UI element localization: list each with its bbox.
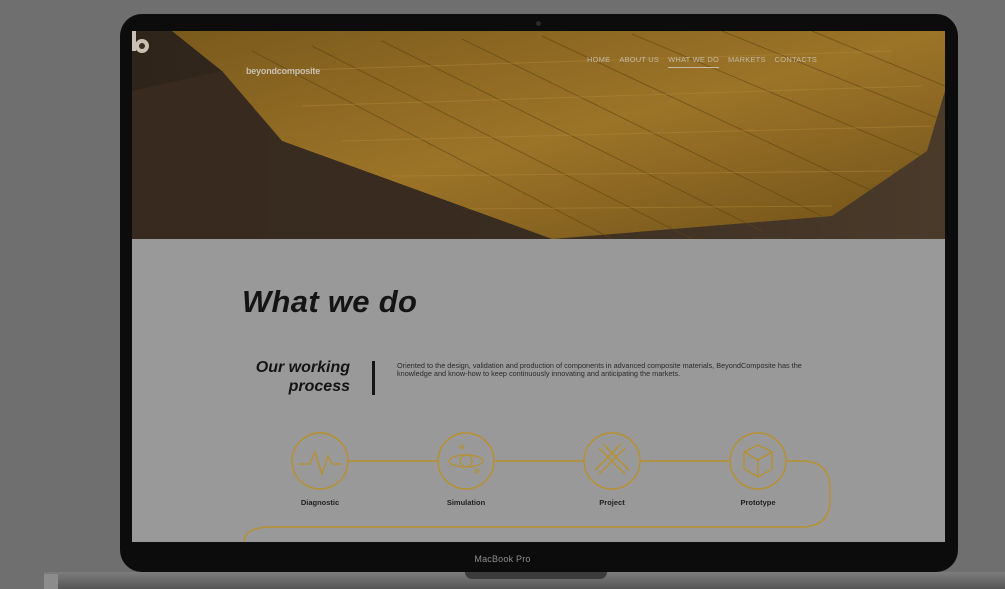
laptop-notch bbox=[465, 572, 607, 579]
heartbeat-icon bbox=[298, 450, 342, 477]
cube-icon bbox=[743, 444, 773, 478]
orbit-icon bbox=[448, 444, 484, 474]
step-project: Project bbox=[599, 498, 625, 507]
camera-dot bbox=[536, 21, 541, 26]
step-diagnostic: Diagnostic bbox=[300, 498, 340, 507]
laptop-base-edge bbox=[44, 574, 58, 589]
website-screen: beyondcomposite HOME ABOUT US WHAT WE DO… bbox=[132, 31, 945, 542]
device-model-label: MacBook Pro bbox=[474, 554, 531, 564]
simulation-circle bbox=[437, 432, 495, 490]
step-prototype: Prototype bbox=[740, 498, 776, 507]
process-timeline bbox=[243, 432, 831, 542]
ruler-pencil-icon bbox=[594, 443, 630, 475]
step-simulation: Simulation bbox=[446, 498, 486, 507]
diagnostic-circle bbox=[291, 432, 349, 490]
